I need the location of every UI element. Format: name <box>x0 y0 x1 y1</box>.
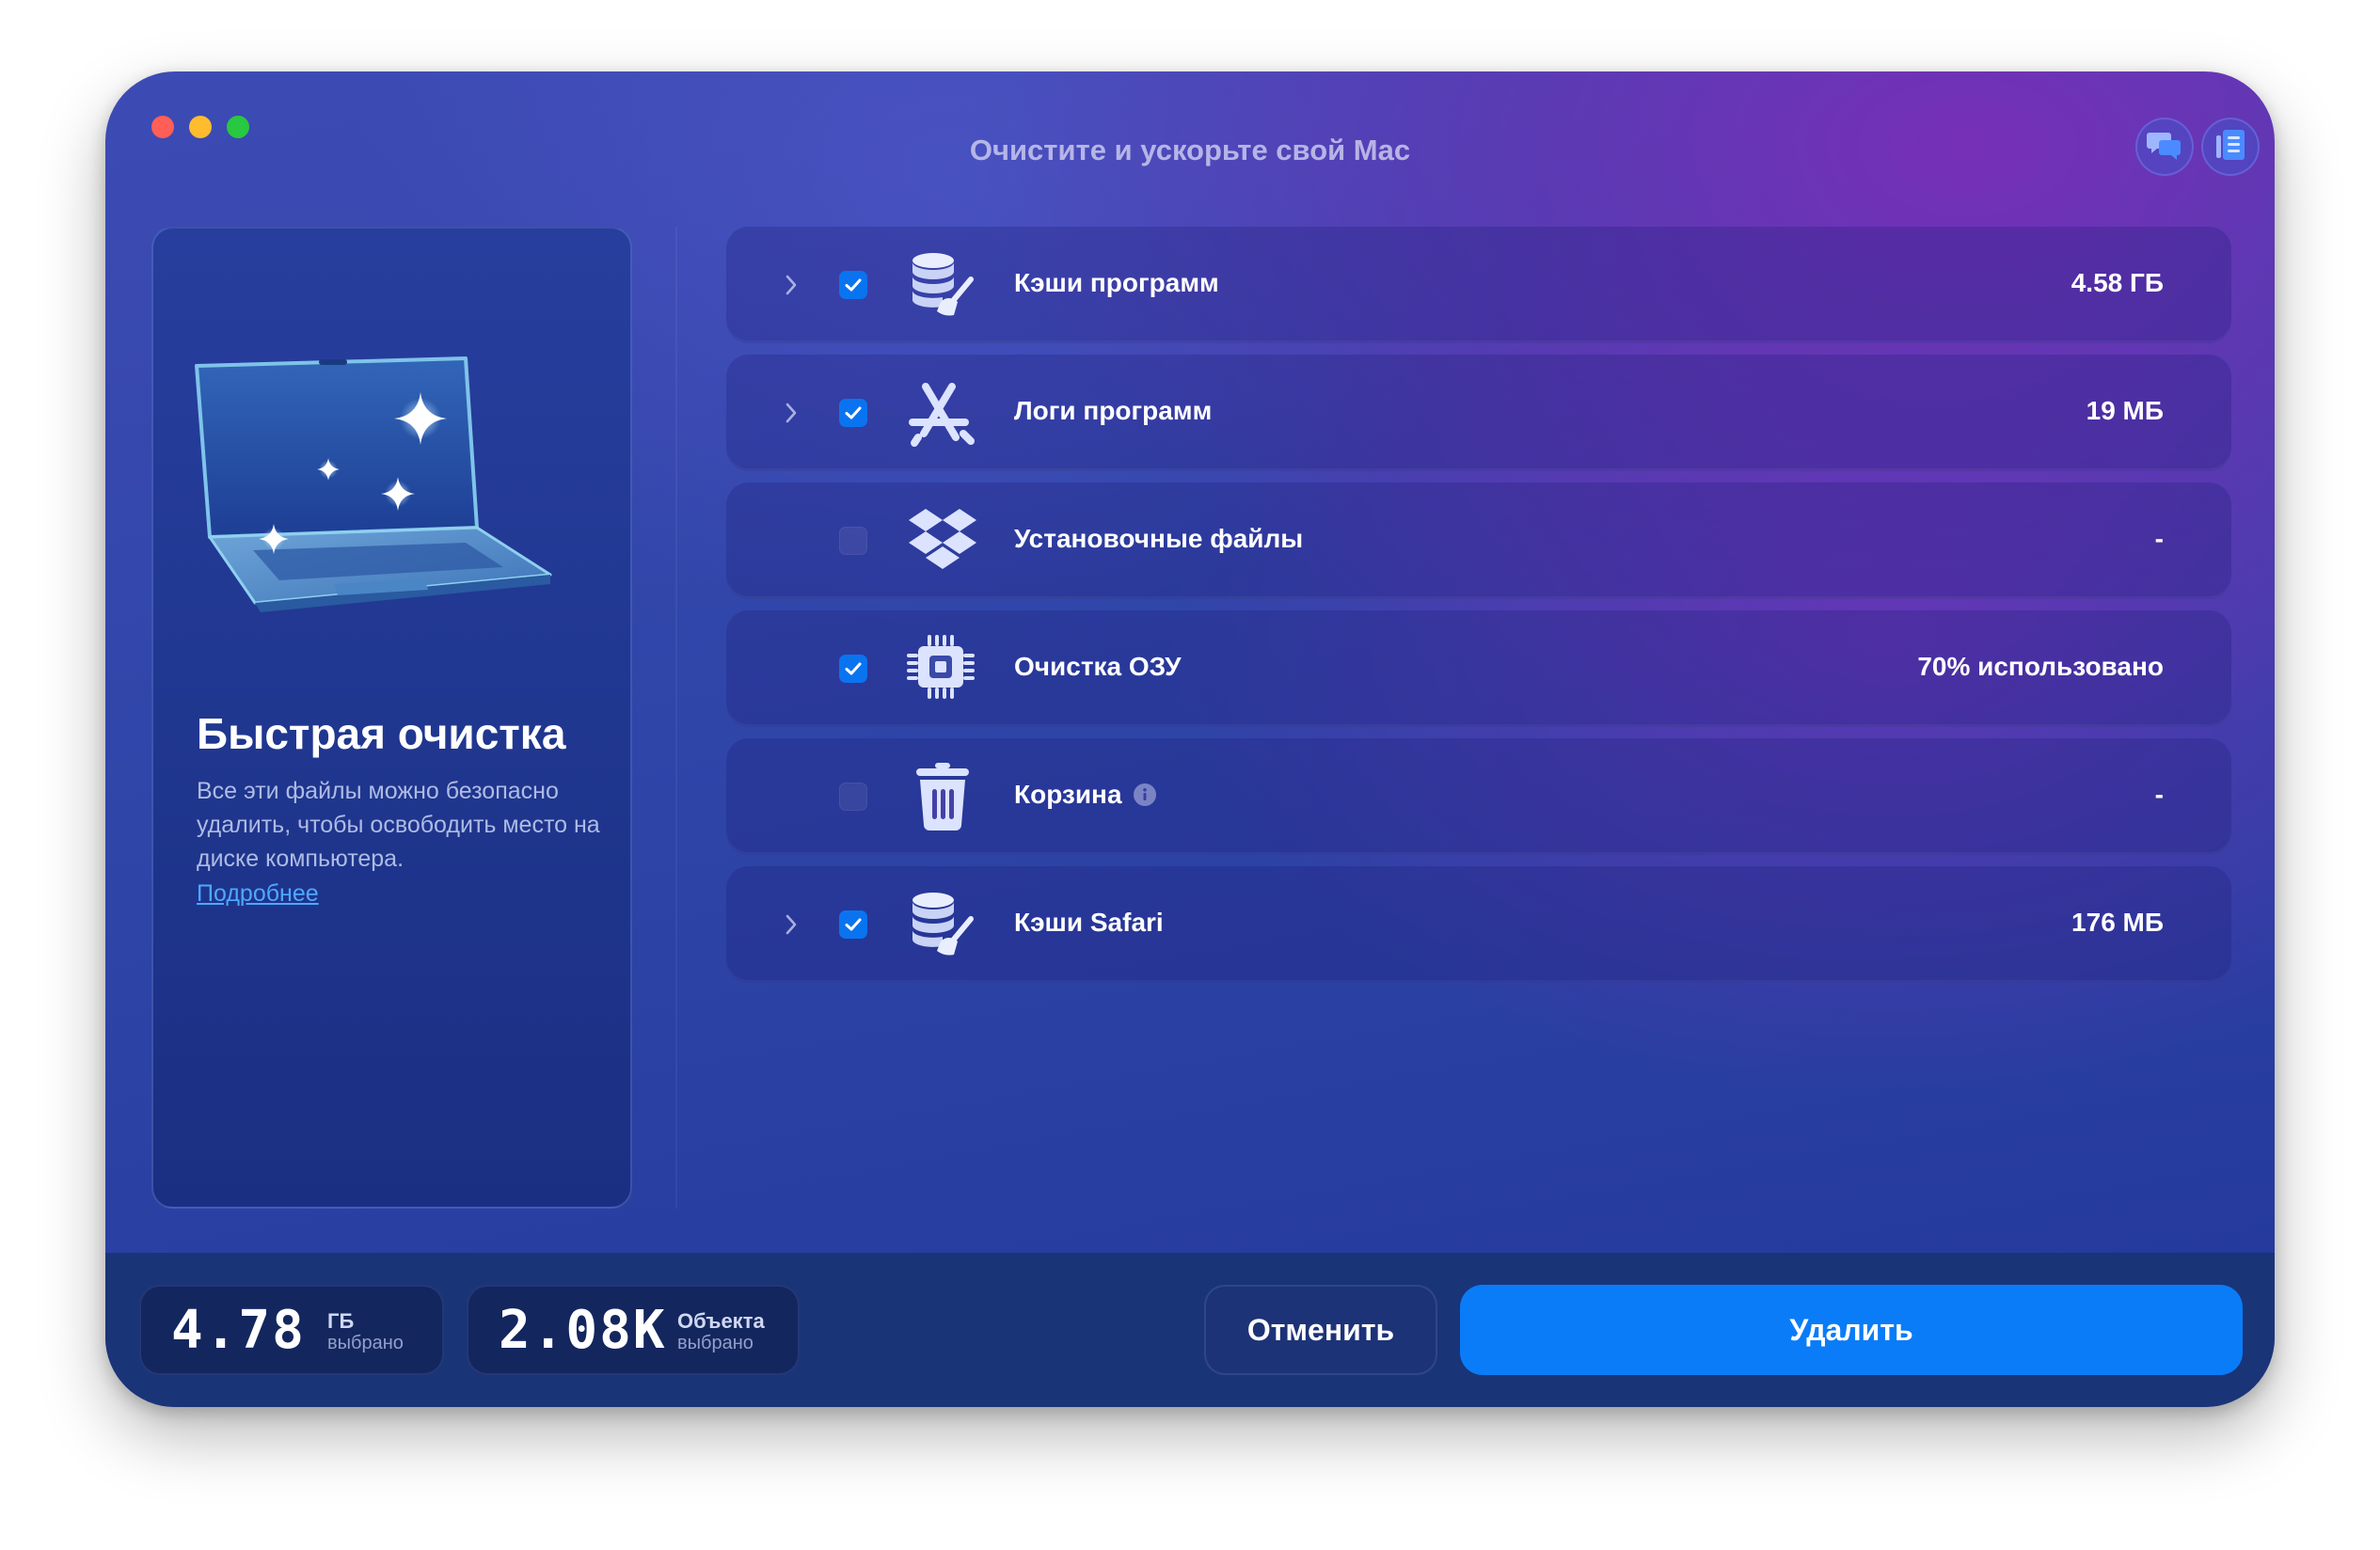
item-label: Установочные файлы <box>1014 524 1303 554</box>
item-label: Кэши программ <box>1014 268 1219 298</box>
list-item-app-caches[interactable]: Кэши программ 4.58 ГБ <box>726 227 2231 343</box>
dropbox-box-icon <box>905 503 980 578</box>
delete-button[interactable]: Удалить <box>1460 1285 2243 1375</box>
item-size: - <box>2154 780 2164 809</box>
selected-count-caption: выбрано <box>677 1333 754 1353</box>
checkbox[interactable] <box>839 271 867 299</box>
list-item-safari-caches[interactable]: Кэши Safari 176 МБ <box>726 866 2231 983</box>
selected-size-number: 4.78 <box>171 1300 306 1361</box>
item-size: 70% использовано <box>1917 652 2164 681</box>
list-item-trash[interactable]: Корзина - <box>726 738 2231 855</box>
checkbox[interactable] <box>839 527 867 555</box>
selected-count-unit: Объекта <box>677 1309 765 1333</box>
side-description: Все эти файлы можно безопасно удалить, ч… <box>197 778 600 872</box>
list-item-ram-cleanup[interactable]: Очистка ОЗУ 70% использовано <box>726 610 2231 727</box>
item-size: - <box>2154 524 2164 553</box>
list-button[interactable] <box>2201 118 2260 176</box>
chevron-right-icon[interactable] <box>785 402 798 429</box>
chat-bubbles-icon <box>2147 129 2182 166</box>
checkbox[interactable] <box>839 783 867 811</box>
checkbox[interactable] <box>839 910 867 939</box>
selected-count-stat: 2.08K Объекта выбрано <box>467 1285 800 1375</box>
item-size: 4.58 ГБ <box>2071 268 2164 297</box>
item-label-text: Кэши Safari <box>1014 908 1164 937</box>
item-label-text: Установочные файлы <box>1014 524 1304 553</box>
item-label: Очистка ОЗУ <box>1014 652 1182 682</box>
panel-divider <box>675 227 677 1209</box>
selected-size-unit: ГБ <box>327 1309 355 1333</box>
item-label: Логи программ <box>1014 396 1212 426</box>
database-broom-icon <box>905 247 980 323</box>
trash-icon <box>905 759 980 834</box>
footer-bar: 4.78 ГБ выбрано 2.08K Объекта выбрано От… <box>105 1253 2275 1407</box>
cancel-button[interactable]: Отменить <box>1204 1285 1437 1375</box>
chat-button[interactable] <box>2135 118 2194 176</box>
item-label-text: Корзина <box>1014 780 1122 809</box>
selected-count-number: 2.08K <box>499 1300 667 1361</box>
window-title: Очистите и ускорьте свой Mac <box>969 134 1411 166</box>
chip-icon <box>905 631 980 706</box>
checkbox[interactable] <box>839 655 867 683</box>
item-label-text: Кэши программ <box>1014 268 1219 297</box>
chevron-right-icon[interactable] <box>785 913 798 941</box>
chevron-right-icon[interactable] <box>785 274 798 301</box>
list-document-icon <box>2214 128 2246 166</box>
laptop-illustration <box>195 356 552 612</box>
info-icon[interactable] <box>1133 783 1156 806</box>
database-broom-icon <box>905 887 980 962</box>
item-label-text: Логи программ <box>1014 396 1213 425</box>
item-size: 19 МБ <box>2086 396 2164 425</box>
side-title: Быстрая очистка <box>197 709 566 758</box>
list-item-app-logs[interactable]: Логи программ 19 МБ <box>726 355 2231 471</box>
item-label: Корзина <box>1014 780 1156 810</box>
checkbox[interactable] <box>839 399 867 427</box>
item-size: 176 МБ <box>2071 908 2164 937</box>
app-window: Очистите и ускорьте свой Mac Быстрая очи… <box>105 71 2275 1407</box>
app-store-icon <box>905 375 980 451</box>
item-label: Кэши Safari <box>1014 908 1164 938</box>
item-label-text: Очистка ОЗУ <box>1014 652 1182 681</box>
learn-more-link[interactable]: Подробнее <box>197 880 319 908</box>
selected-size-stat: 4.78 ГБ выбрано <box>139 1285 444 1375</box>
selected-size-caption: выбрано <box>327 1333 404 1353</box>
side-panel: Быстрая очистка Все эти файлы можно безо… <box>151 227 632 1209</box>
list-item-installers[interactable]: Установочные файлы - <box>726 482 2231 599</box>
